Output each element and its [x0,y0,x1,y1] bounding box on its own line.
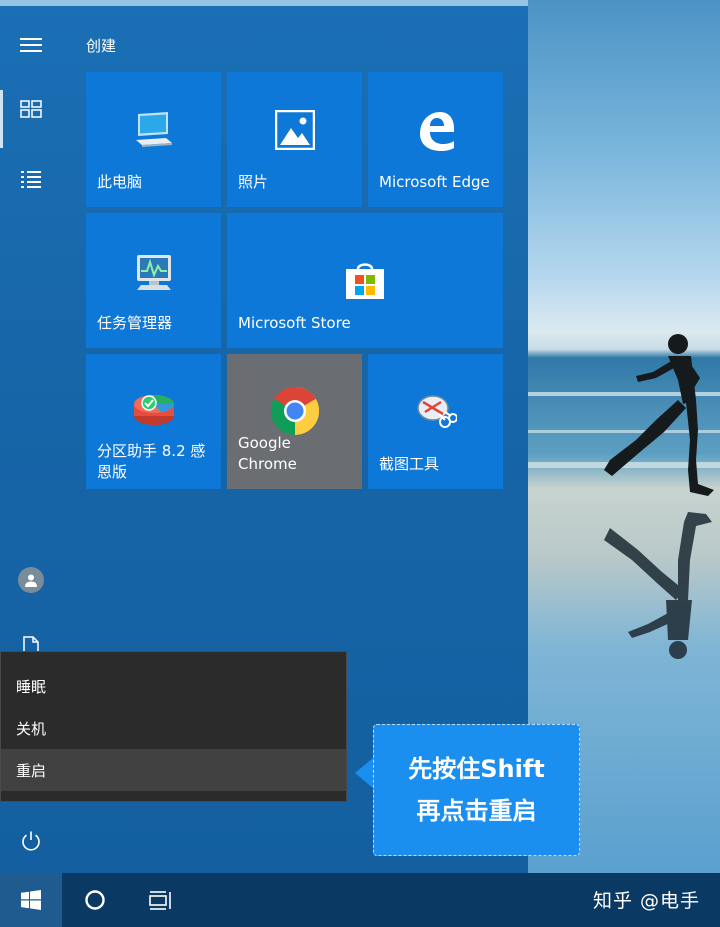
annotation-callout: 先按住Shift 再点击重启 [373,724,580,856]
tile-label: Microsoft Edge [379,173,490,191]
user-account-button[interactable] [0,557,62,603]
power-context-menu: 睡眠 关机 重启 [0,651,347,802]
photos-icon [274,110,315,150]
power-option-shutdown[interactable]: 关机 [1,707,346,749]
tile-group-title: 创建 [86,37,117,55]
tile-microsoft-edge[interactable]: Microsoft Edge [368,72,503,207]
cortana-search-button[interactable] [64,873,126,927]
power-option-restart[interactable]: 重启 [1,749,346,791]
tile-google-chrome[interactable]: Google Chrome [227,354,362,489]
task-view-icon [149,891,171,910]
tile-task-manager[interactable]: 任务管理器 [86,213,221,348]
partition-assistant-icon [133,395,174,425]
callout-pointer [355,757,374,789]
tiles-icon [20,100,42,118]
cortana-icon [85,890,105,910]
store-icon [346,263,384,299]
tile-label: 此电脑 [97,173,143,191]
tile-label: 截图工具 [379,455,440,473]
snipping-tool-icon [416,395,457,428]
tile-this-pc[interactable]: 此电脑 [86,72,221,207]
task-manager-icon [136,255,171,290]
power-icon [22,831,40,851]
tile-label: 任务管理器 [97,314,173,332]
tile-label: Microsoft Store [238,314,351,332]
start-button[interactable] [0,873,62,927]
chrome-icon [270,386,319,436]
task-view-button[interactable] [129,873,191,927]
power-button[interactable] [0,818,62,864]
tile-label: 分区助手 8.2 感恩版 [97,442,206,481]
tile-microsoft-store[interactable]: Microsoft Store [227,213,503,348]
windows-logo-icon [21,890,41,910]
user-icon [25,574,37,587]
watermark: 知乎 @电手 [592,890,700,912]
tiles-view-button[interactable] [0,86,62,148]
hamburger-icon [20,38,42,52]
tile-partition-assistant[interactable]: 分区助手 8.2 感恩版 [86,354,221,489]
tile-label: Google Chrome [238,434,297,473]
list-icon [21,171,41,188]
tile-label: 照片 [238,173,269,191]
taskbar: 知乎 @电手 [0,873,720,927]
expand-menu-button[interactable] [0,22,62,68]
all-apps-button[interactable] [0,156,62,202]
tile-photos[interactable]: 照片 [227,72,362,207]
edge-icon [419,112,454,151]
avatar [18,567,44,593]
callout-line-2: 再点击重启 [416,797,537,825]
power-option-sleep[interactable]: 睡眠 [1,665,346,707]
computer-icon [135,112,172,147]
tile-snipping-tool[interactable]: 截图工具 [368,354,503,489]
callout-line-1: 先按住Shift [408,755,545,783]
